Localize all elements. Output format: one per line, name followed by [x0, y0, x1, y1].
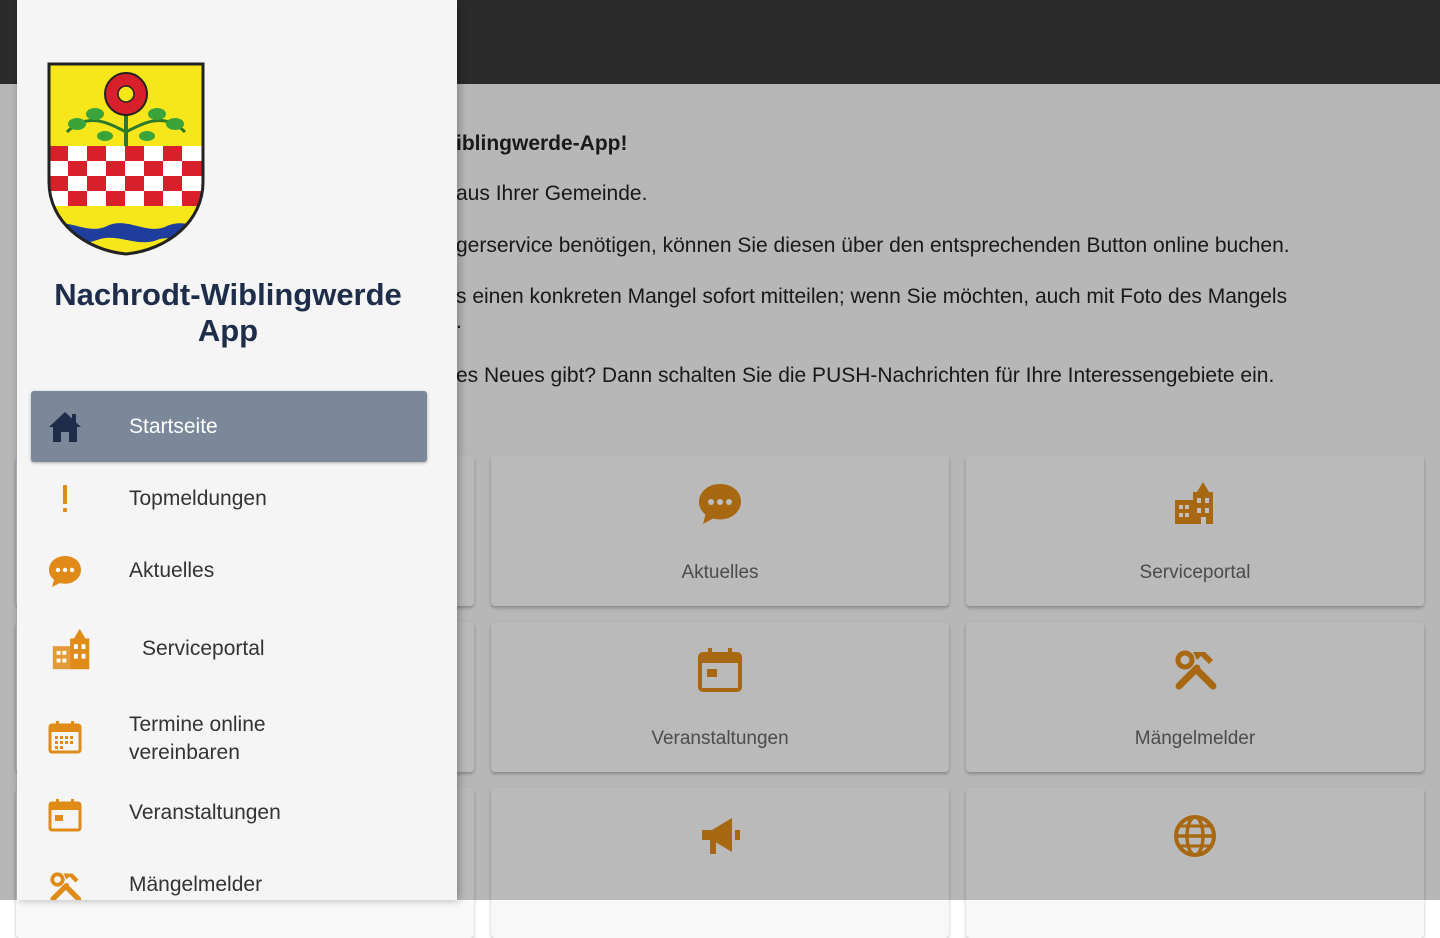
exclamation-icon	[63, 485, 67, 512]
menu-item-termine-online[interactable]: Termine online vereinbaren	[31, 697, 427, 777]
menu-item-label-line-1: Termine online	[129, 713, 266, 736]
coat-of-arms-logo	[47, 62, 205, 256]
town-hall-icon	[52, 628, 90, 670]
menu-item-label: Serviceportal	[142, 637, 265, 660]
drawer-title-line-1: Nachrodt-Wiblingwerde	[54, 277, 402, 312]
calendar-icon	[48, 799, 82, 832]
menu-item-label: Mängelmelder	[129, 873, 263, 896]
tools-icon	[50, 872, 82, 900]
menu-item-serviceportal[interactable]: Serviceportal	[31, 611, 427, 691]
drawer-app-title: Nachrodt-Wiblingwerde App	[17, 277, 439, 349]
menu-item-label: Veranstaltungen	[129, 801, 281, 824]
menu-item-maengelmelder[interactable]: Mängelmelder	[31, 855, 427, 900]
menu-item-topmeldungen[interactable]: Topmeldungen	[31, 465, 427, 531]
drawer-title-line-2: App	[197, 313, 259, 348]
menu-item-label: Startseite	[129, 415, 218, 438]
calendar-grid-icon	[48, 721, 82, 754]
menu-item-startseite[interactable]: Startseite	[31, 391, 427, 462]
menu-item-veranstaltungen[interactable]: Veranstaltungen	[31, 783, 427, 849]
menu-item-label-line-2: vereinbaren	[129, 741, 240, 764]
navigation-drawer: Nachrodt-Wiblingwerde App Startseite Top…	[17, 0, 457, 900]
menu-item-label: Aktuelles	[129, 559, 215, 582]
home-icon	[49, 412, 81, 442]
menu-item-aktuelles[interactable]: Aktuelles	[31, 537, 427, 603]
menu-item-label: Topmeldungen	[129, 487, 267, 510]
chat-bubble-icon	[49, 556, 81, 587]
